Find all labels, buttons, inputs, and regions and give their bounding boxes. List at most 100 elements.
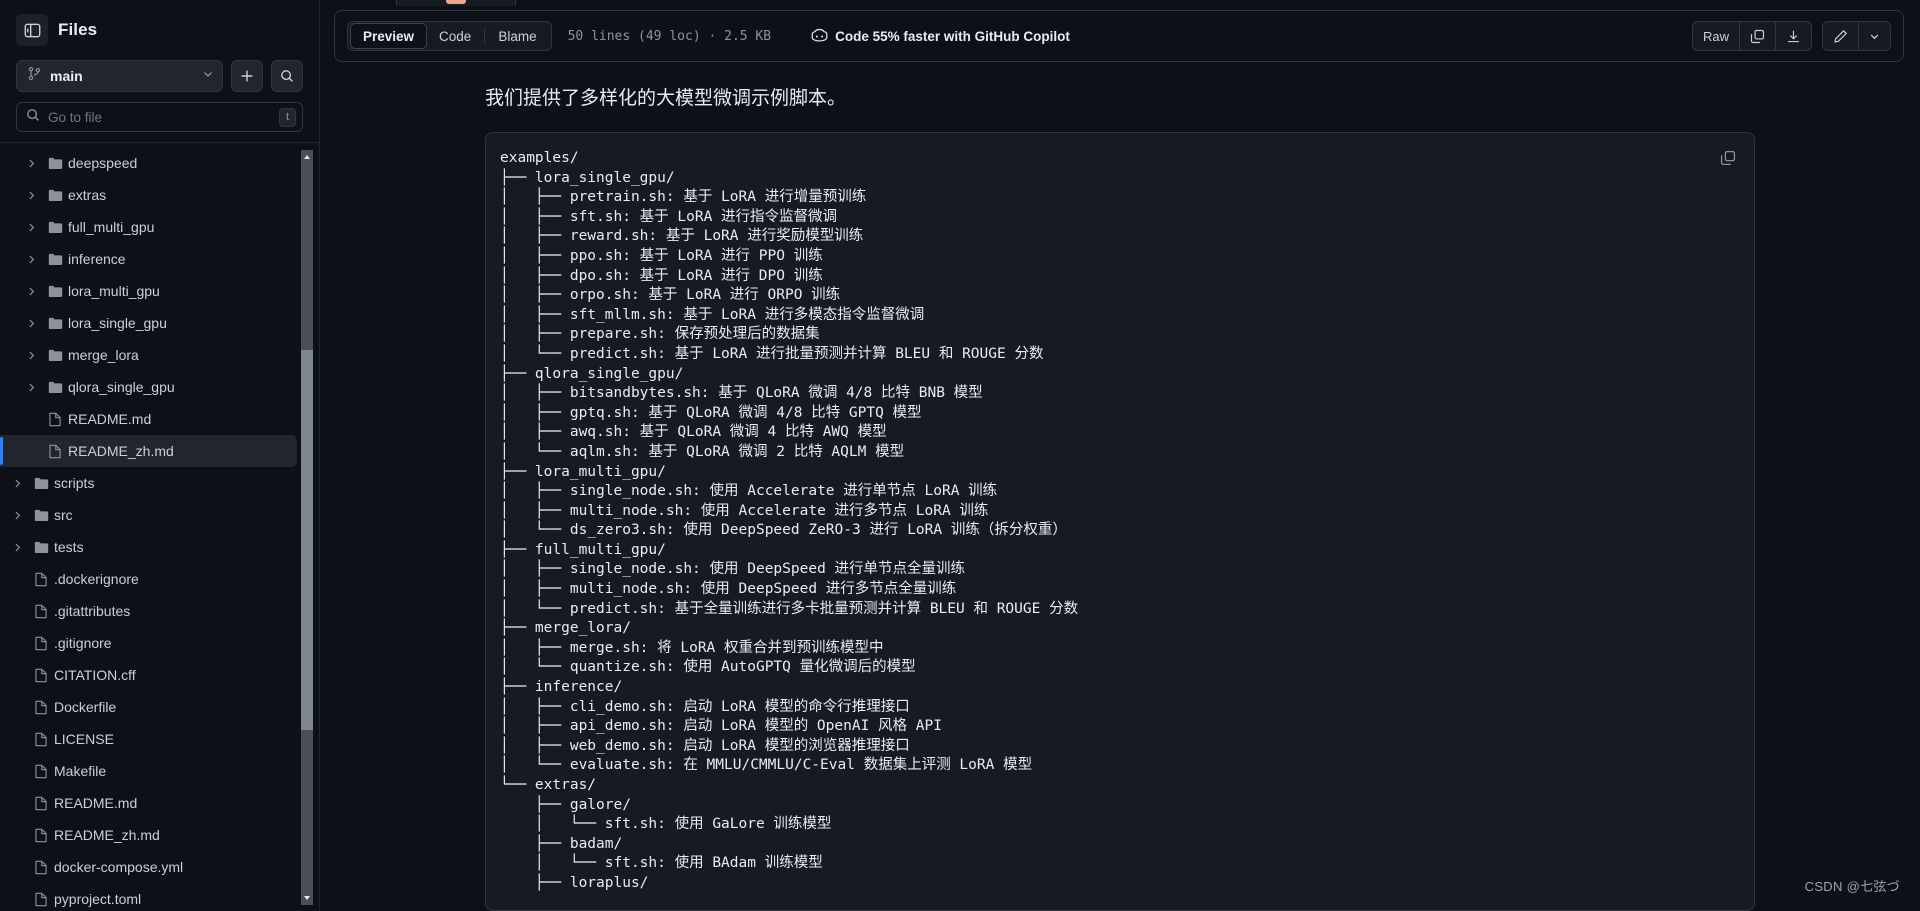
tree-item-label: merge_lora: [68, 347, 139, 363]
view-mode-tabs[interactable]: Preview Code Blame: [347, 21, 552, 51]
tree-item-label: .dockerignore: [54, 571, 139, 587]
branch-name: main: [50, 68, 83, 84]
file-tree[interactable]: deepspeed extras full_multi_gpu inference lo…: [0, 143, 319, 911]
copilot-promo-label: Code 55% faster with GitHub Copilot: [835, 28, 1070, 44]
tree-item-src[interactable]: src: [0, 499, 297, 531]
scroll-up-arrow[interactable]: [301, 150, 313, 164]
file-icon: [28, 828, 54, 843]
folder-icon: [42, 253, 68, 266]
tree-item-label: deepspeed: [68, 155, 138, 171]
files-sidebar: Files main Go to file t deepspeed extras…: [0, 0, 320, 911]
chevron-right-icon[interactable]: [6, 478, 28, 489]
tree-item-merge-lora[interactable]: merge_lora: [0, 339, 297, 371]
pencil-icon[interactable]: [1823, 22, 1858, 50]
file-icon: [28, 572, 54, 587]
sidebar-scrollbar[interactable]: [301, 150, 313, 905]
chevron-right-icon[interactable]: [20, 286, 42, 297]
file-icon: [28, 732, 54, 747]
tree-item-label: qlora_single_gpu: [68, 379, 175, 395]
browser-tab-stub[interactable]: [396, 0, 516, 6]
tree-item-label: Dockerfile: [54, 699, 117, 715]
tree-item-extras[interactable]: extras: [0, 179, 297, 211]
sidebar-scrollbar-thumb[interactable]: [301, 350, 313, 730]
copilot-icon: [811, 27, 828, 46]
tree-item-docker-compose-yml[interactable]: docker-compose.yml: [0, 851, 297, 883]
tab-favicon: [446, 0, 466, 4]
chevron-right-icon[interactable]: [20, 158, 42, 169]
sidebar-search-button[interactable]: [271, 60, 303, 92]
tree-item-lora-multi-gpu[interactable]: lora_multi_gpu: [0, 275, 297, 307]
tree-item-scripts[interactable]: scripts: [0, 467, 297, 499]
download-icon[interactable]: [1775, 22, 1811, 50]
scroll-down-arrow[interactable]: [301, 891, 313, 905]
file-icon: [28, 860, 54, 875]
edit-dropdown-caret-icon[interactable]: [1858, 22, 1890, 50]
tree-item-dockerignore[interactable]: .dockerignore: [0, 563, 297, 595]
tree-item-label: README.md: [54, 795, 138, 811]
chevron-right-icon[interactable]: [20, 190, 42, 201]
folder-icon: [28, 541, 54, 554]
folder-icon: [42, 349, 68, 362]
tree-item-label: src: [54, 507, 73, 523]
file-icon: [28, 892, 54, 907]
raw-button[interactable]: Raw: [1693, 22, 1739, 50]
tab-blame[interactable]: Blame: [486, 23, 548, 49]
tree-item-readme-md[interactable]: README.md: [0, 403, 297, 435]
edit-actions-group: [1822, 21, 1891, 51]
sidebar-title: Files: [58, 20, 98, 39]
tree-item-inference[interactable]: inference: [0, 243, 297, 275]
tree-item-label: scripts: [54, 475, 95, 491]
search-input[interactable]: Go to file: [48, 110, 271, 125]
tree-item-label: tests: [54, 539, 84, 555]
tree-item-readme-zh-md[interactable]: README_zh.md: [0, 435, 297, 467]
chevron-right-icon[interactable]: [20, 254, 42, 265]
tree-item-readme-zh-md[interactable]: README_zh.md: [0, 819, 297, 851]
tree-item-gitignore[interactable]: .gitignore: [0, 627, 297, 659]
copilot-promo-link[interactable]: Code 55% faster with GitHub Copilot: [811, 27, 1070, 46]
tree-item-license[interactable]: LICENSE: [0, 723, 297, 755]
copy-icon[interactable]: [1714, 144, 1742, 172]
search-shortcut-badge: t: [278, 107, 296, 127]
tree-item-full-multi-gpu[interactable]: full_multi_gpu: [0, 211, 297, 243]
tree-item-readme-md[interactable]: README.md: [0, 787, 297, 819]
copy-icon[interactable]: [1739, 22, 1775, 50]
tab-code[interactable]: Code: [427, 23, 483, 49]
main-scrollbar[interactable]: [1906, 0, 1920, 911]
chevron-right-icon[interactable]: [6, 510, 28, 521]
chevron-right-icon[interactable]: [20, 350, 42, 361]
chevron-right-icon[interactable]: [6, 542, 28, 553]
tree-item-pyproject-toml[interactable]: pyproject.toml: [0, 883, 297, 911]
tree-item-gitattributes[interactable]: .gitattributes: [0, 595, 297, 627]
tree-item-tests[interactable]: tests: [0, 531, 297, 563]
git-branch-icon: [27, 66, 42, 86]
tree-item-citation-cff[interactable]: CITATION.cff: [0, 659, 297, 691]
file-meta: 50 lines (49 loc) · 2.5 KB: [567, 28, 772, 44]
file-icon: [28, 668, 54, 683]
tree-item-dockerfile[interactable]: Dockerfile: [0, 691, 297, 723]
chevron-right-icon[interactable]: [20, 222, 42, 233]
chevron-right-icon[interactable]: [20, 382, 42, 393]
chevron-right-icon[interactable]: [20, 318, 42, 329]
document-scroll-area[interactable]: 我们提供了多样化的大模型微调示例脚本。 examples/ ├── lora_s…: [320, 62, 1920, 911]
add-file-button[interactable]: [231, 60, 263, 92]
tab-preview[interactable]: Preview: [350, 23, 428, 49]
sidebar-header: Files: [0, 0, 319, 56]
tree-item-label: docker-compose.yml: [54, 859, 184, 875]
tree-item-deepspeed[interactable]: deepspeed: [0, 147, 297, 179]
file-icon: [28, 764, 54, 779]
go-to-file-search[interactable]: Go to file t: [16, 102, 303, 132]
file-icon: [28, 604, 54, 619]
tree-item-label: full_multi_gpu: [68, 219, 155, 235]
tree-item-makefile[interactable]: Makefile: [0, 755, 297, 787]
folder-icon: [42, 381, 68, 394]
branch-row: main: [0, 56, 319, 100]
sidebar-toggle-icon[interactable]: [16, 14, 48, 46]
branch-selector[interactable]: main: [16, 60, 223, 92]
file-browser-app: Files main Go to file t deepspeed extras…: [0, 0, 1920, 911]
tree-item-label: extras: [68, 187, 107, 203]
tree-item-lora-single-gpu[interactable]: lora_single_gpu: [0, 307, 297, 339]
tree-item-qlora-single-gpu[interactable]: qlora_single_gpu: [0, 371, 297, 403]
folder-icon: [28, 477, 54, 490]
tree-item-label: inference: [68, 251, 126, 267]
tree-item-label: README_zh.md: [54, 827, 160, 843]
